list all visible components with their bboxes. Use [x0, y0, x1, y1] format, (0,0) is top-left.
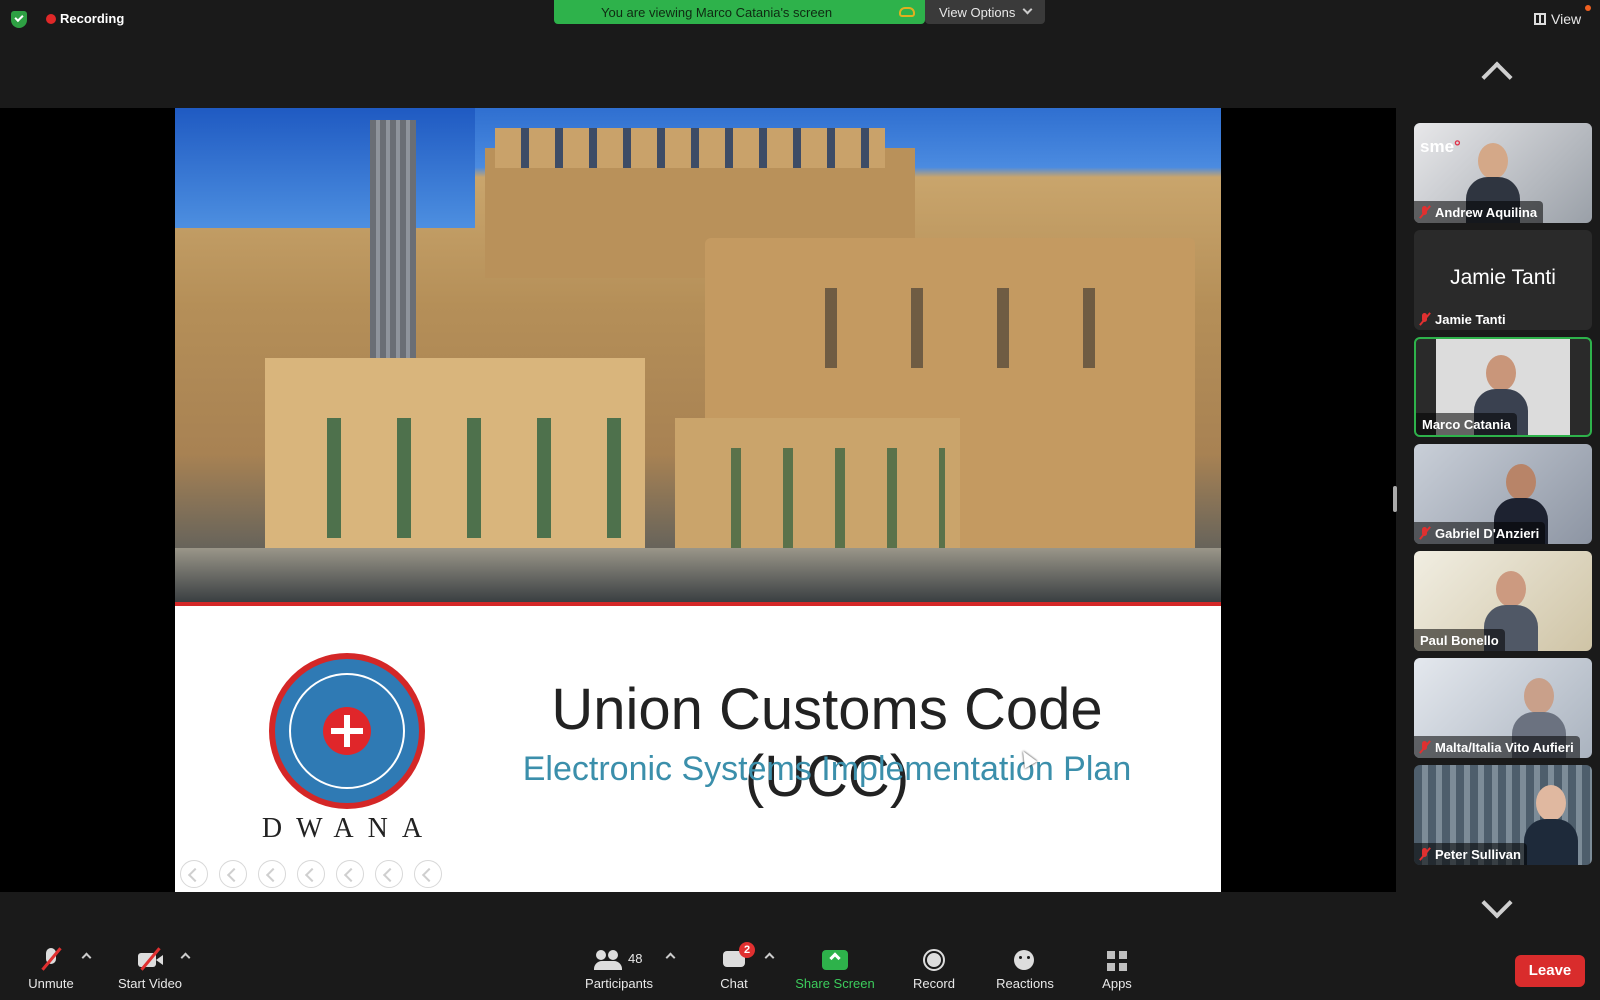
video-off-icon: [137, 947, 163, 972]
chevron-up-icon[interactable]: [1481, 61, 1513, 93]
participants-count: 48: [628, 951, 643, 966]
participant-name: Paul Bonello: [1414, 629, 1505, 651]
share-screen-label: Share Screen: [795, 976, 875, 991]
see-all-slides-icon[interactable]: [297, 860, 325, 888]
next-slide-icon[interactable]: [219, 860, 247, 888]
start-video-label: Start Video: [117, 976, 183, 991]
recording-dot-icon: [46, 14, 56, 24]
participants-label: Participants: [585, 976, 653, 991]
view-button[interactable]: View: [1534, 5, 1594, 30]
meeting-toolbar: Unmute Start Video 48 Participants 2 Cha…: [0, 940, 1600, 1000]
muted-mic-icon: [1420, 527, 1429, 540]
chat-label: Chat: [720, 976, 748, 991]
audio-options-caret-icon[interactable]: [81, 952, 92, 963]
apps-label: Apps: [1102, 976, 1132, 991]
participants-options-caret-icon[interactable]: [665, 952, 676, 963]
share-screen-button[interactable]: Share Screen: [790, 948, 880, 991]
presentation-slide: DWANA Union Customs Code (UCC) Electroni…: [175, 108, 1221, 892]
participant-big-name: Jamie Tanti: [1450, 266, 1556, 289]
slide-divider: [175, 602, 1221, 606]
participant-tile[interactable]: Paul Bonello: [1414, 551, 1592, 651]
dwana-emblem-icon: [269, 653, 425, 809]
sme-logo: sme°: [1420, 137, 1461, 156]
reactions-button[interactable]: Reactions: [990, 948, 1060, 991]
chat-icon: 2: [721, 942, 755, 972]
slideshow-controls: [180, 860, 453, 888]
apps-icon: [1104, 948, 1130, 972]
participant-tile[interactable]: Peter Sullivan: [1414, 765, 1592, 865]
reactions-icon: [1012, 948, 1038, 972]
chevron-down-icon: [1022, 4, 1033, 15]
view-label: View: [1551, 11, 1582, 27]
chat-button[interactable]: 2 Chat: [714, 942, 755, 991]
top-bar: Recording You are viewing Marco Catania'…: [0, 0, 1600, 36]
grid-view-icon: [1534, 13, 1546, 25]
participant-tile[interactable]: Jamie Tanti Jamie Tanti: [1414, 230, 1592, 330]
subtitles-icon[interactable]: [375, 860, 403, 888]
dwana-logo-text: DWANA: [261, 813, 437, 844]
participant-tile-active-speaker[interactable]: Marco Catania: [1414, 337, 1592, 437]
viewing-screen-banner: You are viewing Marco Catania's screen: [554, 0, 925, 24]
participants-icon: 48: [594, 948, 642, 972]
participant-tile[interactable]: Gabriel D'Anzieri: [1414, 444, 1592, 544]
participant-tile[interactable]: sme° Andrew Aquilina: [1414, 123, 1592, 223]
microphone-muted-icon: [38, 947, 64, 972]
chat-unread-badge: 2: [739, 942, 755, 958]
record-icon: [921, 948, 947, 972]
unmute-label: Unmute: [28, 976, 74, 991]
pen-icon[interactable]: [258, 860, 286, 888]
participant-name: Marco Catania: [1416, 413, 1517, 435]
resize-handle[interactable]: [1393, 486, 1397, 512]
muted-mic-icon: [1420, 848, 1429, 861]
view-options-label: View Options: [939, 5, 1016, 20]
reactions-label: Reactions: [996, 976, 1054, 991]
chat-options-caret-icon[interactable]: [764, 952, 775, 963]
viewing-screen-text: You are viewing Marco Catania's screen: [601, 5, 833, 20]
muted-mic-icon: [1420, 206, 1429, 219]
participant-gallery: sme° Andrew Aquilina Jamie Tanti Jamie T…: [1393, 36, 1600, 936]
unmute-button[interactable]: Unmute: [22, 947, 80, 991]
participant-name: Andrew Aquilina: [1414, 201, 1544, 223]
more-options-icon[interactable]: [414, 860, 442, 888]
participant-name: Peter Sullivan: [1414, 843, 1527, 865]
leave-button[interactable]: Leave: [1515, 955, 1585, 987]
participant-name: Malta/Italia Vito Aufieri: [1414, 736, 1580, 758]
chevron-down-icon[interactable]: [1481, 887, 1513, 919]
cloud-icon: [899, 7, 915, 17]
view-options-button[interactable]: View Options: [925, 0, 1045, 24]
participant-video: [1524, 785, 1578, 865]
encryption-shield-icon[interactable]: [11, 11, 27, 28]
muted-mic-icon: [1420, 741, 1429, 754]
shared-screen-area: DWANA Union Customs Code (UCC) Electroni…: [0, 108, 1396, 892]
apps-button[interactable]: Apps: [1097, 948, 1137, 991]
record-button[interactable]: Record: [908, 948, 960, 991]
zoom-icon[interactable]: [336, 860, 364, 888]
muted-mic-icon: [1420, 313, 1429, 326]
notification-dot: [1585, 5, 1591, 11]
recording-label: Recording: [60, 11, 125, 26]
slide-title: Union Customs Code (UCC): [551, 677, 1103, 809]
participant-tile[interactable]: Malta/Italia Vito Aufieri: [1414, 658, 1592, 758]
maltese-cross-icon: [323, 707, 371, 755]
valletta-harbour-photo: [175, 108, 1221, 602]
slide-subtitle: Electronic Systems Implementation Plan: [522, 750, 1132, 788]
share-screen-icon: [822, 948, 848, 972]
record-label: Record: [913, 976, 955, 991]
previous-slide-icon[interactable]: [180, 860, 208, 888]
participant-name: Jamie Tanti: [1414, 308, 1512, 330]
participants-button[interactable]: 48 Participants: [578, 948, 660, 991]
participant-name: Gabriel D'Anzieri: [1414, 522, 1546, 544]
zoom-meeting-window: Recording You are viewing Marco Catania'…: [0, 0, 1600, 1000]
start-video-button[interactable]: Start Video: [112, 947, 188, 991]
